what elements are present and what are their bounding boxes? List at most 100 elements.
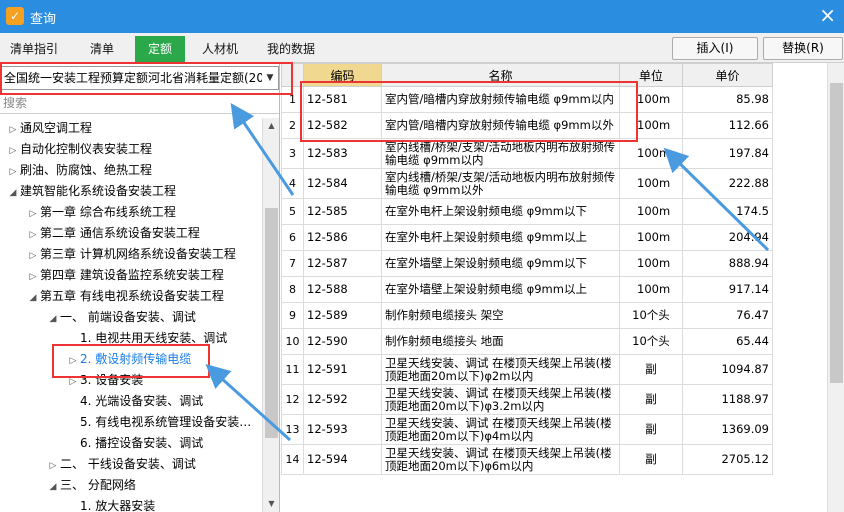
row-number: 6 xyxy=(281,224,304,251)
cell-code: 12-593 xyxy=(303,414,382,445)
table-row[interactable]: 5 12-585 在室外电杆上架设射频电缆 φ9mm以下 100m 174.5 xyxy=(281,198,773,225)
tree-node[interactable]: 1. 放大器安装 xyxy=(66,496,155,512)
cell-name: 卫星天线安装、调试 在楼顶天线架上吊装(楼顶距地面20m以下)φ4m以内 xyxy=(381,414,620,445)
cell-unit: 副 xyxy=(619,444,683,475)
tree-node-label: 第一章 综合布线系统工程 xyxy=(40,205,176,219)
tree-node[interactable]: ▷ 2. 敷设射频传输电缆 xyxy=(66,349,192,372)
expand-toggle-icon[interactable]: ◢ xyxy=(6,183,20,204)
scroll-thumb[interactable] xyxy=(265,208,278,438)
grid-scrollbar[interactable] xyxy=(827,63,844,512)
cell-unit: 100m xyxy=(619,250,683,277)
grid-header-row: 编码 名称 单位 单价 xyxy=(281,63,773,87)
cell-code: 12-585 xyxy=(303,198,382,225)
tree-node-label: 1. 放大器安装 xyxy=(80,499,156,512)
table-row[interactable]: 3 12-583 室内线槽/桥架/支架/活动地板内明布放射频传输电缆 φ9mm以内 1… xyxy=(281,138,773,169)
cell-name: 卫星天线安装、调试 在楼顶天线架上吊装(楼顶距地面20m以下)φ3.2m以内 xyxy=(381,384,620,415)
quota-library-select[interactable]: 全国统一安装工程预算定额河北省消耗量定额(2012) ▼ xyxy=(0,66,279,90)
table-row[interactable]: 4 12-584 室内线槽/桥架/支架/活动地板内明布放射频传输电缆 φ9mm以外 1… xyxy=(281,168,773,199)
expand-toggle-icon[interactable]: ◢ xyxy=(46,477,60,498)
tab-quota[interactable]: 定额 xyxy=(135,36,185,62)
tree-node[interactable]: ◢ 建筑智能化系统设备安装工程 xyxy=(6,181,176,202)
cell-code: 12-591 xyxy=(303,354,382,385)
tab-list-guide[interactable]: 清单指引 xyxy=(0,36,68,62)
title-bar: ✓ 查询 × xyxy=(0,0,844,33)
cell-code: 12-586 xyxy=(303,224,382,251)
expand-toggle-icon[interactable]: ▷ xyxy=(6,162,20,183)
tab-labor-material[interactable]: 人材机 xyxy=(188,36,252,62)
table-row[interactable]: 2 12-582 室内管/暗槽内穿放射频传输电缆 φ9mm以外 100m 112.66 xyxy=(281,112,773,139)
tree-node[interactable]: 1. 电视共用天线安装、调试 xyxy=(66,328,227,349)
tree-node[interactable]: ▷ 3. 设备安装 xyxy=(66,370,144,393)
header-name[interactable]: 名称 xyxy=(381,63,620,87)
tree-scrollbar[interactable]: ▲ ▼ xyxy=(262,118,279,512)
header-price[interactable]: 单价 xyxy=(682,63,773,87)
cell-unit: 10个头 xyxy=(619,328,683,355)
tree-node[interactable]: ▷ 第三章 计算机网络系统设备安装工程 xyxy=(26,244,236,265)
search-input[interactable]: 搜索 xyxy=(0,92,279,114)
header-code[interactable]: 编码 xyxy=(303,63,382,87)
header-unit[interactable]: 单位 xyxy=(619,63,683,87)
cell-name: 卫星天线安装、调试 在楼顶天线架上吊装(楼顶距地面20m以下)φ2m以内 xyxy=(381,354,620,385)
tree-node[interactable]: 6. 播控设备安装、调试 xyxy=(66,433,203,454)
tree-node-label: 二、 干线设备安装、调试 xyxy=(60,457,196,471)
tree-node[interactable]: ◢ 三、 分配网络 xyxy=(46,475,136,496)
quota-grid: 编码 名称 单位 单价 1 12-581 室内管/暗槽内穿放射频传输电缆 φ9mm以… xyxy=(281,63,844,512)
tree-node[interactable]: ▷ 刷油、防腐蚀、绝热工程 xyxy=(6,160,152,181)
table-row[interactable]: 13 12-593 卫星天线安装、调试 在楼顶天线架上吊装(楼顶距地面20m以下)φ… xyxy=(281,414,773,445)
close-icon[interactable]: × xyxy=(819,4,836,26)
grid-scroll-thumb[interactable] xyxy=(830,83,843,383)
cell-price: 1094.87 xyxy=(682,354,773,385)
header-num xyxy=(281,63,304,87)
scroll-down-icon[interactable]: ▼ xyxy=(263,496,280,512)
table-row[interactable]: 11 12-591 卫星天线安装、调试 在楼顶天线架上吊装(楼顶距地面20m以下)φ… xyxy=(281,354,773,385)
expand-toggle-icon[interactable]: ▷ xyxy=(26,204,40,225)
tab-my-data[interactable]: 我的数据 xyxy=(255,36,327,62)
expand-toggle-icon[interactable]: ▷ xyxy=(26,225,40,246)
cell-price: 112.66 xyxy=(682,112,773,139)
cell-name: 室内线槽/桥架/支架/活动地板内明布放射频传输电缆 φ9mm以内 xyxy=(381,138,620,169)
table-row[interactable]: 7 12-587 在室外墙壁上架设射频电缆 φ9mm以下 100m 888.94 xyxy=(281,250,773,277)
tree-node[interactable]: ▷ 二、 干线设备安装、调试 xyxy=(46,454,196,475)
tab-list[interactable]: 清单 xyxy=(70,36,134,62)
table-row[interactable]: 14 12-594 卫星天线安装、调试 在楼顶天线架上吊装(楼顶距地面20m以下)φ… xyxy=(281,444,773,475)
expand-toggle-icon[interactable]: ▷ xyxy=(66,372,80,393)
table-row[interactable]: 8 12-588 在室外墙壁上架设射频电缆 φ9mm以上 100m 917.14 xyxy=(281,276,773,303)
scroll-up-icon[interactable]: ▲ xyxy=(263,118,280,134)
insert-button[interactable]: 插入(I) xyxy=(672,37,758,60)
tree-node[interactable]: ▷ 自动化控制仪表安装工程 xyxy=(6,139,152,160)
tree-node[interactable]: 4. 光端设备安装、调试 xyxy=(66,391,203,412)
tree-node[interactable]: ▷ 通风空调工程 xyxy=(6,118,92,139)
tree-node[interactable]: ◢ 一、 前端设备安装、调试 xyxy=(46,307,196,328)
cell-price: 222.88 xyxy=(682,168,773,199)
replace-button[interactable]: 替换(R) xyxy=(763,37,843,60)
expand-toggle-icon[interactable]: ▷ xyxy=(26,267,40,288)
tree-node[interactable]: ▷ 第一章 综合布线系统工程 xyxy=(26,202,176,223)
table-row[interactable]: 10 12-590 制作射频电缆接头 地面 10个头 65.44 xyxy=(281,328,773,355)
cell-name: 卫星天线安装、调试 在楼顶天线架上吊装(楼顶距地面20m以下)φ6m以内 xyxy=(381,444,620,475)
expand-toggle-icon[interactable]: ▷ xyxy=(46,456,60,477)
tree-node[interactable]: ▷ 第四章 建筑设备监控系统安装工程 xyxy=(26,265,224,286)
cell-unit: 副 xyxy=(619,414,683,445)
expand-toggle-icon[interactable]: ◢ xyxy=(46,309,60,330)
tree-node[interactable]: ▷ 第二章 通信系统设备安装工程 xyxy=(26,223,200,244)
cell-name: 室内管/暗槽内穿放射频传输电缆 φ9mm以内 xyxy=(381,86,620,113)
table-row[interactable]: 12 12-592 卫星天线安装、调试 在楼顶天线架上吊装(楼顶距地面20m以下)φ… xyxy=(281,384,773,415)
chevron-down-icon[interactable]: ▼ xyxy=(262,67,278,89)
cell-price: 204.94 xyxy=(682,224,773,251)
expand-toggle-icon[interactable]: ▷ xyxy=(26,246,40,267)
table-row[interactable]: 1 12-581 室内管/暗槽内穿放射频传输电缆 φ9mm以内 100m 85.98 xyxy=(281,86,773,113)
expand-toggle-icon[interactable]: ▷ xyxy=(66,351,80,372)
table-row[interactable]: 9 12-589 制作射频电缆接头 架空 10个头 76.47 xyxy=(281,302,773,329)
cell-code: 12-582 xyxy=(303,112,382,139)
tree-node-label: 3. 设备安装 xyxy=(80,373,144,387)
table-row[interactable]: 6 12-586 在室外电杆上架设射频电缆 φ9mm以上 100m 204.94 xyxy=(281,224,773,251)
expand-toggle-icon[interactable]: ▷ xyxy=(6,141,20,162)
cell-name: 在室外墙壁上架设射频电缆 φ9mm以上 xyxy=(381,276,620,303)
expand-toggle-icon[interactable]: ◢ xyxy=(26,288,40,309)
tree-node[interactable]: 5. 有线电视系统管理设备安装… xyxy=(66,412,251,433)
row-number: 7 xyxy=(281,250,304,277)
row-number: 4 xyxy=(281,168,304,199)
tree-node[interactable]: ◢ 第五章 有线电视系统设备安装工程 xyxy=(26,286,224,307)
cell-price: 888.94 xyxy=(682,250,773,277)
expand-toggle-icon[interactable]: ▷ xyxy=(6,120,20,141)
